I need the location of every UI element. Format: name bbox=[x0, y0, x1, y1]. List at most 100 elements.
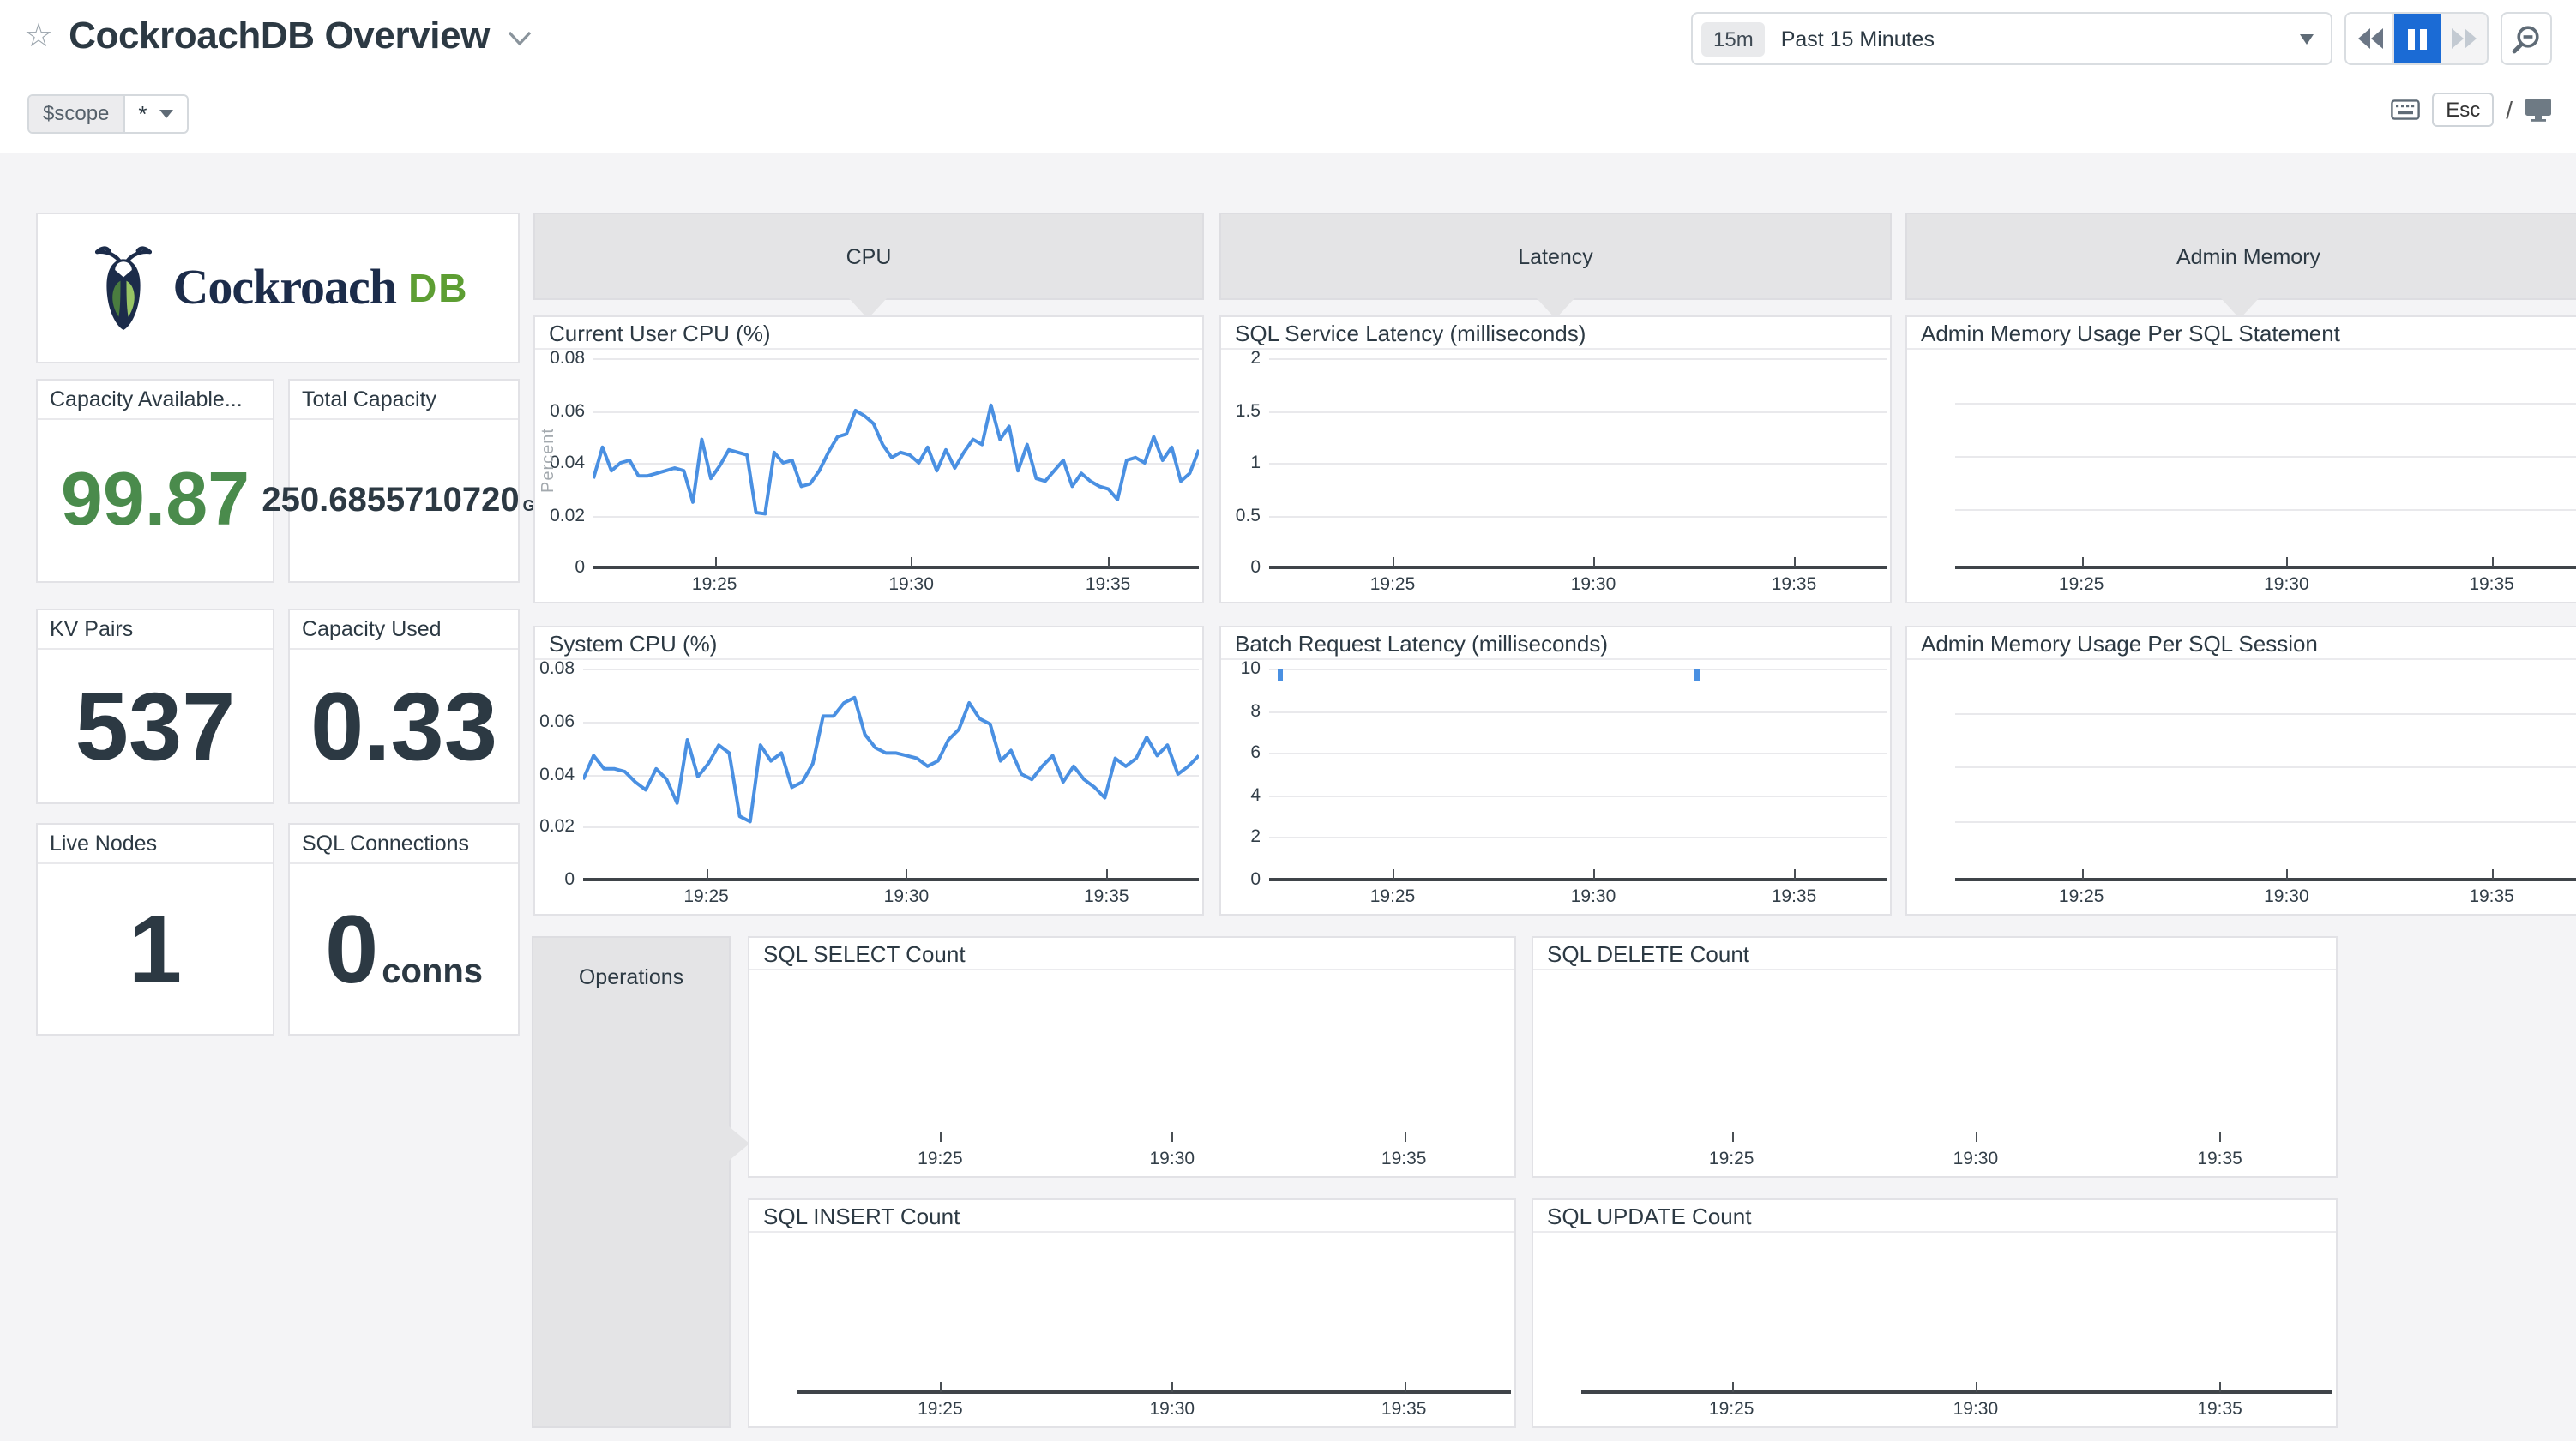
x-axis-tick bbox=[1593, 869, 1595, 880]
x-axis-tick bbox=[1731, 1132, 1733, 1142]
stat-card-live-nodes[interactable]: Live Nodes 1 bbox=[36, 823, 274, 1036]
dashboard-title-group: ☆ CockroachDB Overview bbox=[24, 14, 533, 58]
time-range-picker[interactable]: 15m Past 15 Minutes bbox=[1691, 12, 2332, 65]
y-axis-tick-label: 0.08 bbox=[535, 658, 575, 679]
cockroachdb-logo: Cockroach DB bbox=[87, 240, 468, 336]
group-header-admin-memory[interactable]: Admin Memory bbox=[1905, 213, 2576, 300]
x-axis-tick bbox=[2081, 557, 2083, 567]
pause-icon bbox=[2408, 28, 2427, 49]
gridline bbox=[1955, 820, 2576, 822]
x-axis-tick-label: 19:25 bbox=[1709, 1149, 1754, 1169]
group-header-operations[interactable]: Operations bbox=[532, 936, 731, 1428]
stat-title: Live Nodes bbox=[38, 825, 273, 864]
chart-sql-select-count[interactable]: SQL SELECT Count 19:2519:3019:35 bbox=[748, 936, 1516, 1178]
x-axis-tick-label: 19:25 bbox=[918, 1399, 963, 1420]
zoom-out-button[interactable] bbox=[2501, 12, 2552, 65]
x-axis-tick bbox=[1731, 1382, 1733, 1392]
group-header-cpu[interactable]: CPU bbox=[533, 213, 1204, 300]
time-controls: 15m Past 15 Minutes bbox=[1691, 12, 2552, 65]
y-axis-tick-label: 0.06 bbox=[535, 711, 575, 732]
x-axis-tick bbox=[2286, 869, 2288, 880]
x-axis-tick-label: 19:25 bbox=[2059, 574, 2104, 595]
chart-batch-request-latency[interactable]: Batch Request Latency (milliseconds) 108… bbox=[1219, 626, 1892, 916]
chart-plot-area[interactable]: 108642019:2519:3019:35 bbox=[1221, 662, 1890, 914]
chart-plot-area[interactable]: 19:2519:3019:35 bbox=[1907, 662, 2576, 914]
fullscreen-monitor-icon[interactable] bbox=[2525, 98, 2552, 122]
playback-controls bbox=[2344, 12, 2489, 65]
event-mark bbox=[1695, 669, 1700, 681]
gridline bbox=[1955, 509, 2576, 511]
chart-plot-area[interactable]: 19:2519:3019:35 bbox=[749, 972, 1514, 1176]
chart-line bbox=[593, 351, 1199, 602]
dashboard-canvas: Cockroach DB Capacity Available... 99.87… bbox=[0, 153, 2576, 1441]
chart-plot-area[interactable]: 19:2519:3019:35 bbox=[749, 1234, 1514, 1426]
chart-plot-area[interactable]: 19:2519:3019:35 bbox=[1907, 351, 2576, 602]
y-axis-tick-label: 2 bbox=[1221, 827, 1261, 848]
page-title: CockroachDB Overview bbox=[69, 14, 490, 58]
gridline bbox=[1269, 515, 1887, 517]
chart-sql-update-count[interactable]: SQL UPDATE Count 19:2519:3019:35 bbox=[1532, 1198, 2338, 1428]
stat-title: Capacity Used bbox=[290, 610, 518, 650]
chart-plot-area[interactable]: 19:2519:3019:35 bbox=[1533, 1234, 2336, 1426]
y-axis-tick-label: 1 bbox=[1221, 453, 1261, 473]
stat-value: 0 bbox=[325, 901, 378, 997]
y-axis-tick-label: 0 bbox=[535, 869, 575, 890]
pause-button[interactable] bbox=[2394, 14, 2441, 63]
cockroachdb-logo-card[interactable]: Cockroach DB bbox=[36, 213, 520, 363]
stat-card-capacity-used[interactable]: Capacity Used 0.33 bbox=[288, 609, 520, 804]
stat-title: Total Capacity bbox=[290, 381, 518, 420]
chart-plot-area[interactable]: 21.510.5019:2519:3019:35 bbox=[1221, 351, 1890, 602]
stat-card-kv-pairs[interactable]: KV Pairs 537 bbox=[36, 609, 274, 804]
template-variable-value[interactable]: * bbox=[124, 96, 186, 132]
x-axis-tick-label: 19:35 bbox=[2197, 1399, 2242, 1420]
stat-card-capacity-available[interactable]: Capacity Available... 99.87 bbox=[36, 379, 274, 583]
y-axis-tick-label: 0 bbox=[1221, 557, 1261, 578]
esc-key-button[interactable]: Esc bbox=[2432, 93, 2494, 127]
x-axis-tick-label: 19:30 bbox=[1150, 1399, 1195, 1420]
x-axis-tick bbox=[1794, 557, 1796, 567]
template-variable-value-text: * bbox=[138, 101, 147, 127]
chart-title: SQL UPDATE Count bbox=[1533, 1200, 2336, 1233]
chart-title: Current User CPU (%) bbox=[535, 317, 1202, 350]
stat-card-total-capacity[interactable]: Total Capacity 250.6855710720GB bbox=[288, 379, 520, 583]
title-chevron-down-icon[interactable] bbox=[509, 24, 533, 55]
stat-title: Capacity Available... bbox=[38, 381, 273, 420]
gridline bbox=[1269, 358, 1887, 360]
chart-sql-service-latency[interactable]: SQL Service Latency (milliseconds) 21.51… bbox=[1219, 315, 1892, 603]
fast-forward-button[interactable] bbox=[2441, 14, 2487, 63]
x-axis-line bbox=[1955, 566, 2576, 569]
chart-plot-area[interactable]: 19:2519:3019:35 bbox=[1533, 972, 2336, 1176]
chart-admin-memory-per-sql-session[interactable]: Admin Memory Usage Per SQL Session 19:25… bbox=[1905, 626, 2576, 916]
chart-title: Batch Request Latency (milliseconds) bbox=[1221, 627, 1890, 660]
chart-plot-area[interactable]: 0.080.060.040.02019:2519:3019:35Percent bbox=[535, 351, 1202, 602]
chart-plot-area[interactable]: 0.080.060.040.02019:2519:3019:35 bbox=[535, 662, 1202, 914]
rewind-button[interactable] bbox=[2346, 14, 2394, 63]
time-range-label: Past 15 Minutes bbox=[1781, 27, 1935, 51]
chart-admin-memory-per-sql-statement[interactable]: Admin Memory Usage Per SQL Statement 19:… bbox=[1905, 315, 2576, 603]
chart-system-cpu[interactable]: System CPU (%) 0.080.060.040.02019:2519:… bbox=[533, 626, 1204, 916]
event-mark bbox=[1279, 669, 1283, 681]
zoom-out-icon bbox=[2511, 23, 2542, 54]
x-axis-tick-label: 19:30 bbox=[2264, 574, 2309, 595]
time-range-badge: 15m bbox=[1701, 21, 1766, 56]
favorite-star-icon[interactable]: ☆ bbox=[24, 20, 53, 52]
stat-card-sql-connections[interactable]: SQL Connections 0conns bbox=[288, 823, 520, 1036]
y-axis-tick-label: 4 bbox=[1221, 785, 1261, 806]
gridline bbox=[1955, 455, 2576, 457]
chart-sql-insert-count[interactable]: SQL INSERT Count 19:2519:3019:35 bbox=[748, 1198, 1516, 1428]
gridline bbox=[1955, 766, 2576, 768]
x-axis-tick-label: 19:25 bbox=[1370, 574, 1416, 595]
template-variable-scope[interactable]: $scope * bbox=[27, 94, 189, 134]
group-header-latency[interactable]: Latency bbox=[1219, 213, 1892, 300]
chart-sql-delete-count[interactable]: SQL DELETE Count 19:2519:3019:35 bbox=[1532, 936, 2338, 1178]
chart-current-user-cpu[interactable]: Current User CPU (%) 0.080.060.040.02019… bbox=[533, 315, 1204, 603]
x-axis-tick bbox=[2286, 557, 2288, 567]
group-label-operations: Operations bbox=[533, 965, 729, 989]
x-axis-tick bbox=[1976, 1132, 1977, 1142]
stat-title: SQL Connections bbox=[290, 825, 518, 864]
y-axis-tick-label: 10 bbox=[1221, 658, 1261, 679]
template-variable-name: $scope bbox=[29, 96, 124, 132]
gridline bbox=[1269, 463, 1887, 465]
gridline bbox=[1955, 713, 2576, 715]
x-axis-tick bbox=[2220, 1382, 2222, 1392]
